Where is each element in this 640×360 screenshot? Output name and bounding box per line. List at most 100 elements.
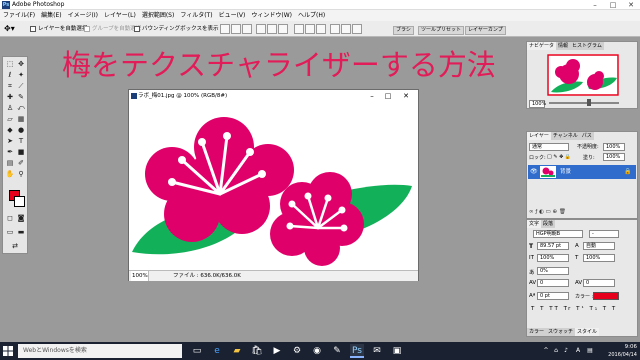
tab-paths[interactable]: パス [579, 132, 594, 140]
align-bottom-icon[interactable] [242, 24, 252, 34]
lock-icons[interactable]: □ ✎ ✥ 🔒 [547, 154, 571, 160]
menu-select[interactable]: 選択範囲(S) [142, 10, 175, 21]
well-tab-layer-comps[interactable]: レイヤーカンプ [465, 26, 506, 35]
layer-row-background[interactable]: 👁 背景 🔒 [528, 165, 636, 179]
leading-field[interactable]: 自動 [583, 242, 615, 250]
clock-date[interactable]: 2016/04/14 [600, 351, 637, 359]
maximize-icon[interactable]: □ [604, 0, 622, 10]
vertical-scale-field[interactable]: 100% [537, 254, 569, 262]
eyedropper-tool-icon[interactable]: ✐ [16, 158, 26, 168]
text-style-buttons[interactable]: T T TT Tr T¹ T₁ T T [531, 306, 617, 312]
doc-zoom-field[interactable]: 100% [131, 271, 149, 281]
tab-navigator[interactable]: ナビゲータ [527, 42, 557, 50]
document-canvas[interactable] [132, 102, 417, 268]
ime-icon[interactable]: A [574, 345, 582, 357]
app-icon-3[interactable]: ▣ [390, 344, 404, 358]
align-vcenter-icon[interactable] [231, 24, 241, 34]
store-icon[interactable]: 🛍 [250, 344, 264, 358]
tab-histogram[interactable]: ヒストグラム [570, 42, 604, 50]
marquee-tool-icon[interactable]: ⬚ [5, 59, 15, 69]
edge-browser-icon[interactable]: e [210, 344, 224, 358]
auto-select-group-checkbox[interactable]: グループを自動選択 [84, 25, 141, 33]
navigator-thumbnail[interactable] [547, 54, 619, 96]
move-tool-icon[interactable]: ✥▾ [4, 24, 18, 34]
layers-panel-footer-icons[interactable]: ∞ ƒ ◐ ▭ ⊕ 🗑 [529, 208, 635, 217]
blur-tool-icon[interactable]: ◆ [5, 125, 15, 135]
photoshop-task-icon[interactable]: Ps [350, 344, 364, 358]
task-view-icon[interactable]: ▭ [190, 344, 204, 358]
brush-tool-icon[interactable]: ✎ [16, 92, 26, 102]
well-tab-brushes[interactable]: ブラシ [393, 26, 414, 35]
type-tool-icon[interactable]: T [16, 136, 26, 146]
align-top-icon[interactable] [220, 24, 230, 34]
show-bounding-box-checkbox[interactable]: バウンディングボックスを表示 [134, 25, 218, 33]
taskbar-search-input[interactable]: WebとWindowsを検索 [18, 344, 182, 358]
tab-layers[interactable]: レイヤー [527, 132, 551, 140]
pen-tool-icon[interactable]: ✒ [5, 147, 15, 157]
quick-mask-on-icon[interactable]: ◙ [16, 213, 26, 223]
align-right-icon[interactable] [278, 24, 288, 34]
auto-select-layer-checkbox[interactable]: レイヤーを自動選択 [30, 25, 87, 33]
move-tool-icon[interactable]: ✥ [16, 59, 26, 69]
gradient-tool-icon[interactable]: ▦ [16, 114, 26, 124]
hand-tool-icon[interactable]: ✋ [5, 169, 15, 179]
doc-close-icon[interactable]: ✕ [399, 91, 413, 101]
volume-icon[interactable]: ♪ [562, 345, 570, 357]
minimize-icon[interactable]: – [586, 0, 604, 10]
settings-icon[interactable]: ⚙ [290, 344, 304, 358]
chrome-icon[interactable]: ◉ [310, 344, 324, 358]
tab-paragraph[interactable]: 段落 [541, 220, 556, 228]
tab-info[interactable]: 情報 [556, 42, 571, 50]
path-selection-tool-icon[interactable]: ➤ [5, 136, 15, 146]
dodge-tool-icon[interactable]: ● [16, 125, 26, 135]
app-icon-2[interactable]: ✉ [370, 344, 384, 358]
notes-tool-icon[interactable]: ▤ [5, 158, 15, 168]
jump-to-imageready-icon[interactable]: ⇄ [10, 241, 20, 251]
file-explorer-icon[interactable]: ▰ [230, 344, 244, 358]
fill-field[interactable]: 100% [603, 153, 625, 161]
menu-filter[interactable]: フィルタ(T) [180, 10, 212, 21]
doc-minimize-icon[interactable]: – [365, 91, 379, 101]
eraser-tool-icon[interactable]: ▱ [5, 114, 15, 124]
opacity-field[interactable]: 100% [603, 143, 625, 151]
tab-character[interactable]: 文字 [527, 220, 542, 228]
background-color-swatch[interactable] [14, 196, 25, 207]
magic-wand-tool-icon[interactable]: ✦ [16, 70, 26, 80]
font-style-select[interactable]: - [589, 230, 619, 238]
windows-start-icon[interactable] [3, 346, 13, 356]
text-color-swatch[interactable] [593, 292, 619, 300]
horizontal-scale-field[interactable]: 100% [583, 254, 615, 262]
shape-tool-icon[interactable]: ■ [16, 147, 26, 157]
screen-mode-standard-icon[interactable]: ▭ [5, 227, 15, 237]
menu-edit[interactable]: 編集(E) [41, 10, 61, 21]
crop-tool-icon[interactable]: ⌗ [5, 81, 15, 91]
tsume-field[interactable]: 0% [537, 267, 569, 275]
clock-time[interactable]: 9:06 [607, 343, 637, 351]
slice-tool-icon[interactable]: ⟋ [16, 81, 26, 91]
align-hcenter-icon[interactable] [267, 24, 277, 34]
distribute-hcenter-icon[interactable] [341, 24, 351, 34]
screen-mode-full-icon[interactable]: ▬ [16, 227, 26, 237]
distribute-left-icon[interactable] [330, 24, 340, 34]
menu-layer[interactable]: レイヤー(L) [104, 10, 136, 21]
menu-image[interactable]: イメージ(I) [68, 10, 98, 21]
font-size-field[interactable]: 89.57 pt [537, 242, 569, 250]
notification-icon[interactable]: ▤ [586, 345, 594, 357]
quick-mask-off-icon[interactable]: ◻ [5, 213, 15, 223]
align-left-icon[interactable] [256, 24, 266, 34]
tab-styles[interactable]: スタイル [575, 328, 600, 336]
doc-maximize-icon[interactable]: □ [381, 91, 395, 101]
tab-channels[interactable]: チャンネル [550, 132, 580, 140]
clone-stamp-tool-icon[interactable]: ♙ [5, 103, 15, 113]
distribute-right-icon[interactable] [352, 24, 362, 34]
zoom-tool-icon[interactable]: ⚲ [16, 169, 26, 179]
healing-brush-tool-icon[interactable]: ✚ [5, 92, 15, 102]
close-icon[interactable]: ✕ [622, 0, 640, 10]
tracking-field[interactable]: 0 [583, 279, 615, 287]
menu-file[interactable]: ファイル(F) [3, 10, 35, 21]
distribute-bottom-icon[interactable] [316, 24, 326, 34]
eye-icon[interactable]: 👁 [530, 168, 538, 176]
blend-mode-select[interactable]: 通常 [529, 143, 569, 151]
lasso-tool-icon[interactable]: ℓ [5, 70, 15, 80]
baseline-shift-field[interactable]: 0 pt [537, 292, 569, 300]
